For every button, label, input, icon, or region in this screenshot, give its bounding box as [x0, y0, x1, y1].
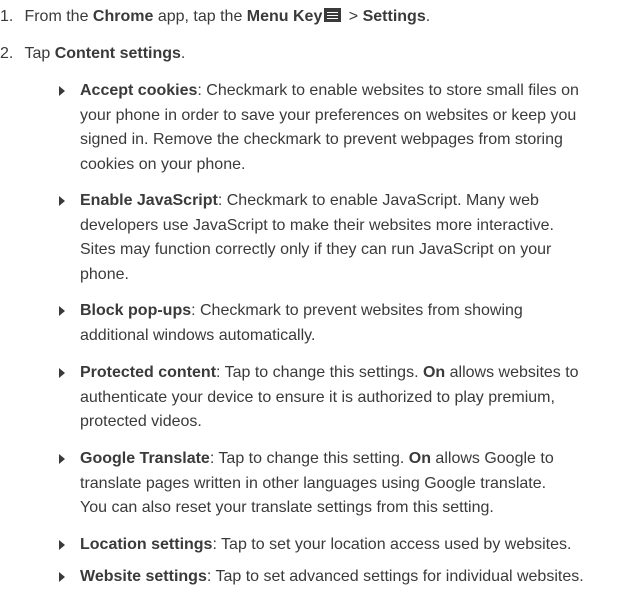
step-text: >	[344, 8, 363, 25]
list-item-website-settings: Website settings: Tap to set advanced se…	[50, 565, 638, 590]
menu-key-label: Menu Key	[246, 8, 323, 25]
bullet-triangle-icon	[59, 540, 65, 550]
bullet-triangle-icon	[59, 368, 65, 378]
content-settings-label: Content settings	[54, 45, 181, 62]
step-number: 1.	[0, 8, 14, 25]
on-keyword: On	[408, 450, 431, 467]
item-desc: your phone in order to save your prefere…	[80, 106, 577, 124]
bullet-triangle-icon	[59, 572, 65, 582]
step-text: .	[425, 8, 431, 25]
step-2: 2. Tap Content settings.	[0, 42, 185, 67]
bullet-triangle-icon	[59, 454, 65, 464]
item-desc: authenticate your device to ensure it is…	[80, 388, 555, 406]
item-term: Protected content	[80, 364, 217, 381]
step-number: 2.	[0, 45, 14, 62]
item-desc: phone.	[80, 265, 129, 283]
step-text: Tap	[24, 45, 55, 62]
bullet-triangle-icon	[59, 196, 65, 206]
list-item-location-settings: Location settings: Tap to set your locat…	[50, 533, 638, 558]
step-text: From the	[24, 8, 93, 25]
item-term: Accept cookies	[80, 82, 198, 99]
item-term: Google Translate	[80, 450, 210, 467]
list-item-protected-content: Protected content: Tap to change this se…	[50, 361, 638, 435]
item-term: Block pop-ups	[80, 302, 192, 319]
settings-label: Settings	[362, 8, 426, 25]
item-desc: cookies on your phone.	[80, 155, 246, 173]
item-desc: developers use JavaScript to make their …	[80, 216, 554, 234]
item-desc: : Tap to set advanced settings for indiv…	[206, 568, 584, 585]
item-desc: protected videos.	[80, 413, 202, 430]
item-term: Website settings	[80, 568, 207, 585]
item-term: Location settings	[80, 536, 213, 553]
document-page: 1. From the Chrome app, tap the Menu Key…	[0, 0, 638, 593]
on-keyword: On	[422, 364, 446, 381]
item-desc: signed in. Remove the checkmark to preve…	[80, 131, 563, 148]
menu-key-icon	[324, 8, 342, 22]
bullet-triangle-icon	[59, 86, 65, 96]
step-text: .	[180, 45, 186, 62]
item-desc: : Tap to change this settings.	[216, 364, 423, 381]
item-desc: allows Google to	[430, 450, 554, 467]
step-text: app, tap the	[153, 8, 247, 25]
item-desc: : Checkmark to prevent websites from sho…	[191, 302, 523, 319]
item-desc: additional windows automatically.	[80, 326, 316, 344]
item-desc: You can also reset your translate settin…	[80, 499, 494, 516]
app-name: Chrome	[92, 8, 154, 25]
item-desc: : Tap to set your location access used b…	[212, 536, 572, 553]
item-desc: : Tap to change this setting.	[209, 450, 409, 467]
item-desc: : Checkmark to enable websites to store …	[197, 82, 579, 99]
list-item-enable-javascript: Enable JavaScript: Checkmark to enable J…	[50, 189, 638, 287]
item-desc: allows websites to	[445, 364, 579, 381]
item-term: Enable JavaScript	[80, 192, 218, 209]
bullet-triangle-icon	[59, 306, 65, 316]
list-item-google-translate: Google Translate: Tap to change this set…	[50, 447, 638, 521]
list-item-block-popups: Block pop-ups: Checkmark to prevent webs…	[50, 299, 638, 348]
item-desc: translate pages written in other languag…	[80, 474, 547, 492]
item-desc: : Checkmark to enable JavaScript. Many w…	[217, 192, 539, 209]
list-item-accept-cookies: Accept cookies: Checkmark to enable webs…	[50, 79, 638, 177]
item-desc: Sites may function correctly only if the…	[80, 241, 552, 258]
step-1: 1. From the Chrome app, tap the Menu Key…	[0, 5, 430, 30]
